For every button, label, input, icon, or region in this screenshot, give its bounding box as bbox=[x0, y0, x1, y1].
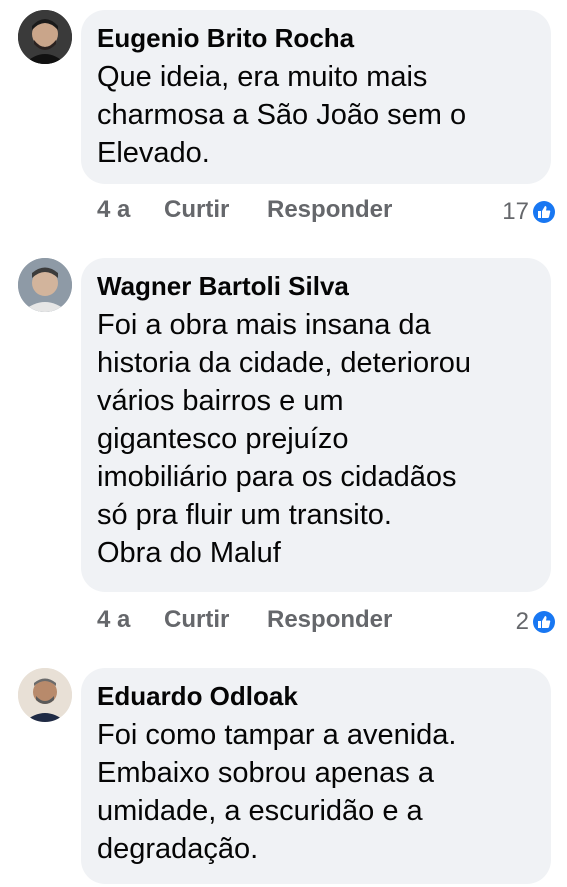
like-reaction-icon bbox=[533, 611, 555, 633]
avatar[interactable] bbox=[18, 258, 72, 312]
reply-button[interactable]: Responder bbox=[267, 606, 392, 634]
reaction-count: 17 bbox=[502, 198, 529, 225]
like-reaction-icon bbox=[533, 201, 555, 223]
comment-time[interactable]: 4 a bbox=[97, 606, 130, 634]
comment-actions: 4 a Curtir Responder 2 bbox=[97, 606, 555, 638]
comment-actions: 4 a Curtir Responder 17 bbox=[97, 196, 555, 228]
comment-text: Foi a obra mais insana da historia da ci… bbox=[97, 309, 472, 569]
comment-author[interactable]: Eugenio Brito Rocha bbox=[97, 22, 533, 54]
avatar[interactable] bbox=[18, 668, 72, 722]
reaction-summary[interactable]: 2 bbox=[516, 606, 555, 638]
comment-time[interactable]: 4 a bbox=[97, 196, 130, 224]
reply-button[interactable]: Responder bbox=[267, 196, 392, 224]
comment-author[interactable]: Eduardo Odloak bbox=[97, 680, 533, 712]
like-button[interactable]: Curtir bbox=[164, 606, 229, 634]
avatar[interactable] bbox=[18, 10, 72, 64]
reaction-count: 2 bbox=[515, 608, 529, 635]
comment-bubble: Wagner Bartoli Silva Foi a obra mais ins… bbox=[81, 258, 551, 592]
like-button[interactable]: Curtir bbox=[164, 196, 229, 224]
reaction-summary[interactable]: 17 bbox=[502, 196, 555, 228]
comment-bubble: Eduardo Odloak Foi como tampar a avenida… bbox=[81, 668, 551, 884]
comment-text: Foi como tampar a avenida. Embaixo sobro… bbox=[97, 719, 457, 865]
comment-text: Que ideia, era muito mais charmosa a São… bbox=[97, 61, 467, 169]
comment-bubble: Eugenio Brito Rocha Que ideia, era muito… bbox=[81, 10, 551, 184]
comment-author[interactable]: Wagner Bartoli Silva bbox=[97, 270, 533, 302]
